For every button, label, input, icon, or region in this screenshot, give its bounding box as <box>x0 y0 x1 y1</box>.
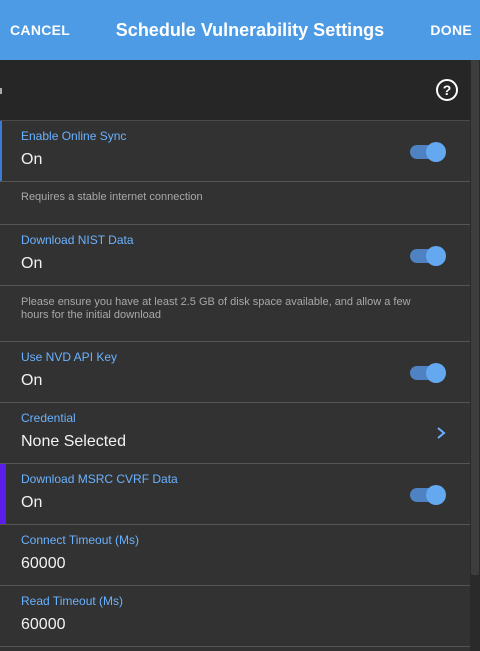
credential-label: Credential <box>21 411 76 425</box>
online-sync-label: Enable Online Sync <box>21 129 127 143</box>
toggle-knob <box>426 142 446 162</box>
help-icon[interactable]: ? <box>436 79 458 101</box>
msrc-toggle[interactable] <box>410 485 446 505</box>
focus-indicator <box>0 464 6 524</box>
scrollbar[interactable] <box>470 60 480 651</box>
read-timeout-label: Read Timeout (Ms) <box>21 594 124 608</box>
msrc-value: On <box>21 494 43 511</box>
nvd-api-key-label: Use NVD API Key <box>21 350 118 364</box>
connect-timeout-row[interactable]: Connect Timeout (Ms) 60000 <box>0 525 470 586</box>
online-sync-row[interactable]: Enable Online Sync On <box>0 121 470 182</box>
toggle-knob <box>426 363 446 383</box>
nist-note-text: Please ensure you have at least 2.5 GB o… <box>21 296 411 321</box>
online-sync-value: On <box>21 151 43 168</box>
page-title: Schedule Vulnerability Settings <box>115 19 385 40</box>
scrollbar-thumb[interactable] <box>471 60 479 575</box>
credential-value: None Selected <box>21 433 126 450</box>
panel-header: ? <box>0 60 470 121</box>
msrc-label: Download MSRC CVRF Data <box>21 472 178 486</box>
connect-timeout-label: Connect Timeout (Ms) <box>21 533 140 547</box>
msrc-row[interactable]: Download MSRC CVRF Data On <box>0 464 470 525</box>
read-timeout-value[interactable]: 60000 <box>21 616 66 634</box>
connect-timeout-value[interactable]: 60000 <box>21 555 66 573</box>
nist-note: Please ensure you have at least 2.5 GB o… <box>0 286 470 342</box>
nvd-api-key-value: On <box>21 372 43 389</box>
toggle-knob <box>426 485 446 505</box>
settings-panel: ? Enable Online Sync On Requires a stabl… <box>0 60 470 651</box>
nist-value: On <box>21 255 43 272</box>
nist-row[interactable]: Download NIST Data On <box>0 225 470 286</box>
top-bar: CANCEL Schedule Vulnerability Settings D… <box>0 0 480 60</box>
chevron-right-icon[interactable] <box>436 426 446 440</box>
done-button[interactable]: DONE <box>430 22 472 38</box>
online-sync-note: Requires a stable internet connection <box>0 182 470 225</box>
nist-label: Download NIST Data <box>21 233 134 247</box>
cancel-button[interactable]: CANCEL <box>10 22 70 38</box>
nist-toggle[interactable] <box>410 246 446 266</box>
online-sync-toggle[interactable] <box>410 142 446 162</box>
nvd-api-key-toggle[interactable] <box>410 363 446 383</box>
row-accent <box>0 121 2 181</box>
read-timeout-row[interactable]: Read Timeout (Ms) 60000 <box>0 586 470 647</box>
online-sync-note-text: Requires a stable internet connection <box>21 191 203 203</box>
credential-row[interactable]: Credential None Selected <box>0 403 470 464</box>
panel-edge-marker <box>0 88 2 94</box>
nvd-api-key-row[interactable]: Use NVD API Key On <box>0 342 470 403</box>
toggle-knob <box>426 246 446 266</box>
